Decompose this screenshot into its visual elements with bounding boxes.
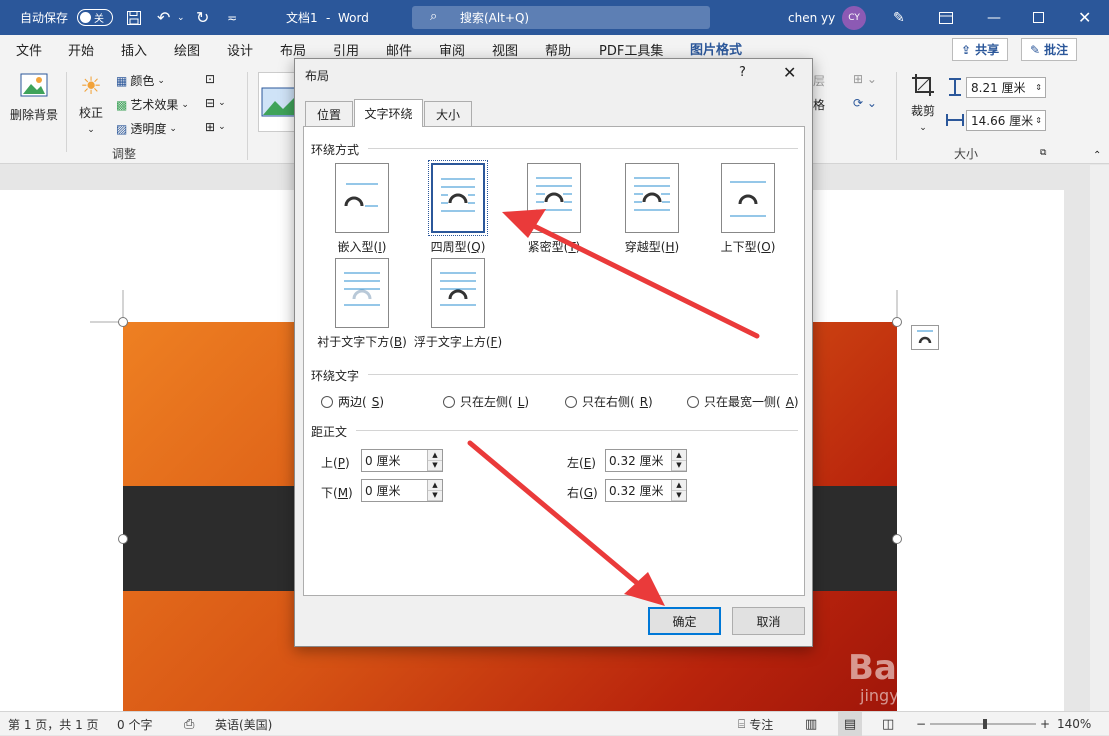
left-distance-label: 左(E) xyxy=(567,456,596,470)
dialog-title: 布局 xyxy=(305,69,330,83)
wrap-label: 衬于文字下方(B) xyxy=(317,335,407,349)
wrap-in-front-icon xyxy=(431,258,485,328)
wrap-label: 四周型(Q) xyxy=(430,240,486,254)
spinner-arrows[interactable]: ▲ ▼ xyxy=(427,480,442,501)
radio-both-sides[interactable]: 两边(S) xyxy=(321,393,384,410)
page-count[interactable]: 第 1 页，共 1 页 xyxy=(8,712,99,736)
read-mode-icon[interactable]: ▥ xyxy=(805,712,817,736)
wrap-text-heading: 环绕文字 xyxy=(311,369,360,383)
spin-down-icon[interactable]: ▼ xyxy=(672,460,686,471)
wrap-option-behind-text[interactable]: 衬于文字下方(B) xyxy=(312,258,412,350)
focus-button[interactable]: ⌸ 专注 xyxy=(738,712,773,736)
spin-down-icon[interactable]: ▼ xyxy=(428,490,442,501)
proofing-icon[interactable]: ⎙ xyxy=(184,712,194,736)
spin-down-icon[interactable]: ▼ xyxy=(428,460,442,471)
radio-circle xyxy=(687,395,699,408)
close-icon[interactable]: ✕ xyxy=(783,63,796,82)
wrap-top-bottom-icon xyxy=(721,163,775,233)
radio-left-only[interactable]: 只在左侧(L) xyxy=(443,393,529,410)
divider xyxy=(368,374,798,375)
resize-handle[interactable] xyxy=(892,317,902,327)
wrap-option-tight[interactable]: 紧密型(T) xyxy=(504,163,604,255)
right-distance-label: 右(G) xyxy=(567,486,598,500)
vertical-scrollbar[interactable] xyxy=(1090,165,1109,711)
resize-handle[interactable] xyxy=(892,534,902,544)
ok-button[interactable]: 确定 xyxy=(648,607,721,635)
zoom-slider[interactable] xyxy=(930,712,1036,736)
resize-handle[interactable] xyxy=(118,534,128,544)
radio-circle xyxy=(443,395,455,408)
wrap-label: 上下型(O) xyxy=(720,240,776,254)
language[interactable]: 英语(美国) xyxy=(215,712,272,736)
wrap-through-icon xyxy=(625,163,679,233)
word-count[interactable]: 0 个字 xyxy=(117,712,152,736)
text-wrapping-panel: 环绕方式 嵌入型(I) 四周型(Q) 紧密型(T) 穿越型(H) 上下型(O) … xyxy=(303,126,805,596)
print-layout-icon[interactable]: ▤ xyxy=(838,712,862,736)
spin-up-icon[interactable]: ▲ xyxy=(428,450,442,461)
spinner-arrows[interactable]: ▲ ▼ xyxy=(427,450,442,471)
tab-position[interactable]: 位置 xyxy=(305,101,353,126)
zoom-in-icon[interactable]: + xyxy=(1040,712,1050,736)
wrap-label: 嵌入型(I) xyxy=(337,240,387,254)
top-distance-label: 上(P) xyxy=(321,456,350,470)
left-distance-input[interactable]: 0.32 厘米 ▲ ▼ xyxy=(605,449,687,472)
right-distance-input[interactable]: 0.32 厘米 ▲ ▼ xyxy=(605,479,687,502)
tab-text-wrapping[interactable]: 文字环绕 xyxy=(354,99,423,127)
resize-handle[interactable] xyxy=(118,317,128,327)
radio-circle xyxy=(565,395,577,408)
divider xyxy=(368,148,798,149)
wrap-option-square[interactable]: 四周型(Q) xyxy=(408,160,508,255)
wrap-tight-icon xyxy=(527,163,581,233)
wrap-option-top-bottom[interactable]: 上下型(O) xyxy=(698,163,798,255)
wrap-label: 穿越型(H) xyxy=(624,240,680,254)
spin-down-icon[interactable]: ▼ xyxy=(672,490,686,501)
focus-icon: ⌸ xyxy=(738,716,746,731)
tab-size[interactable]: 大小 xyxy=(424,101,472,126)
wrap-option-in-front-of-text[interactable]: 浮于文字上方(F) xyxy=(408,258,508,350)
spinner-arrows[interactable]: ▲ ▼ xyxy=(671,450,686,471)
wrap-style-heading: 环绕方式 xyxy=(311,143,360,157)
spin-up-icon[interactable]: ▲ xyxy=(428,480,442,491)
layout-options-button[interactable] xyxy=(911,325,939,350)
wrap-label: 浮于文字上方(F) xyxy=(413,335,503,349)
wrap-behind-text-icon xyxy=(335,258,389,328)
spin-up-icon[interactable]: ▲ xyxy=(672,450,686,461)
radio-right-only[interactable]: 只在右侧(R) xyxy=(565,393,653,410)
watermark-brand: Bai du 经验 xyxy=(848,648,1049,688)
bottom-distance-label: 下(M) xyxy=(321,486,353,500)
layout-dialog: 布局 ? ✕ 位置 文字环绕 大小 环绕方式 嵌入型(I) 四周型(Q) 紧密型… xyxy=(294,58,813,647)
status-bar: 第 1 页，共 1 页 0 个字 ⎙ 英语(美国) ⌸ 专注 ▥ ▤ ◫ − + … xyxy=(0,711,1109,736)
spin-up-icon[interactable]: ▲ xyxy=(672,480,686,491)
wrap-option-through[interactable]: 穿越型(H) xyxy=(602,163,702,255)
wrap-label: 紧密型(T) xyxy=(527,240,581,254)
wrap-option-inline[interactable]: 嵌入型(I) xyxy=(312,163,412,255)
web-layout-icon[interactable]: ◫ xyxy=(882,712,894,736)
wrap-square-icon xyxy=(428,160,488,236)
bottom-distance-input[interactable]: 0 厘米 ▲ ▼ xyxy=(361,479,443,502)
wrap-inline-icon xyxy=(335,163,389,233)
zoom-out-icon[interactable]: − xyxy=(916,712,926,736)
divider xyxy=(356,430,798,431)
help-icon[interactable]: ? xyxy=(739,65,746,80)
radio-largest-only[interactable]: 只在最宽一侧(A) xyxy=(687,393,799,410)
radio-circle xyxy=(321,395,333,408)
watermark-url: jingyan.baidu.com xyxy=(860,686,1008,705)
spinner-arrows[interactable]: ▲ ▼ xyxy=(671,480,686,501)
layout-options-icon xyxy=(917,330,933,344)
zoom-level[interactable]: 140% xyxy=(1057,712,1091,736)
distance-heading: 距正文 xyxy=(311,425,348,439)
cancel-button[interactable]: 取消 xyxy=(732,607,805,635)
top-distance-input[interactable]: 0 厘米 ▲ ▼ xyxy=(361,449,443,472)
